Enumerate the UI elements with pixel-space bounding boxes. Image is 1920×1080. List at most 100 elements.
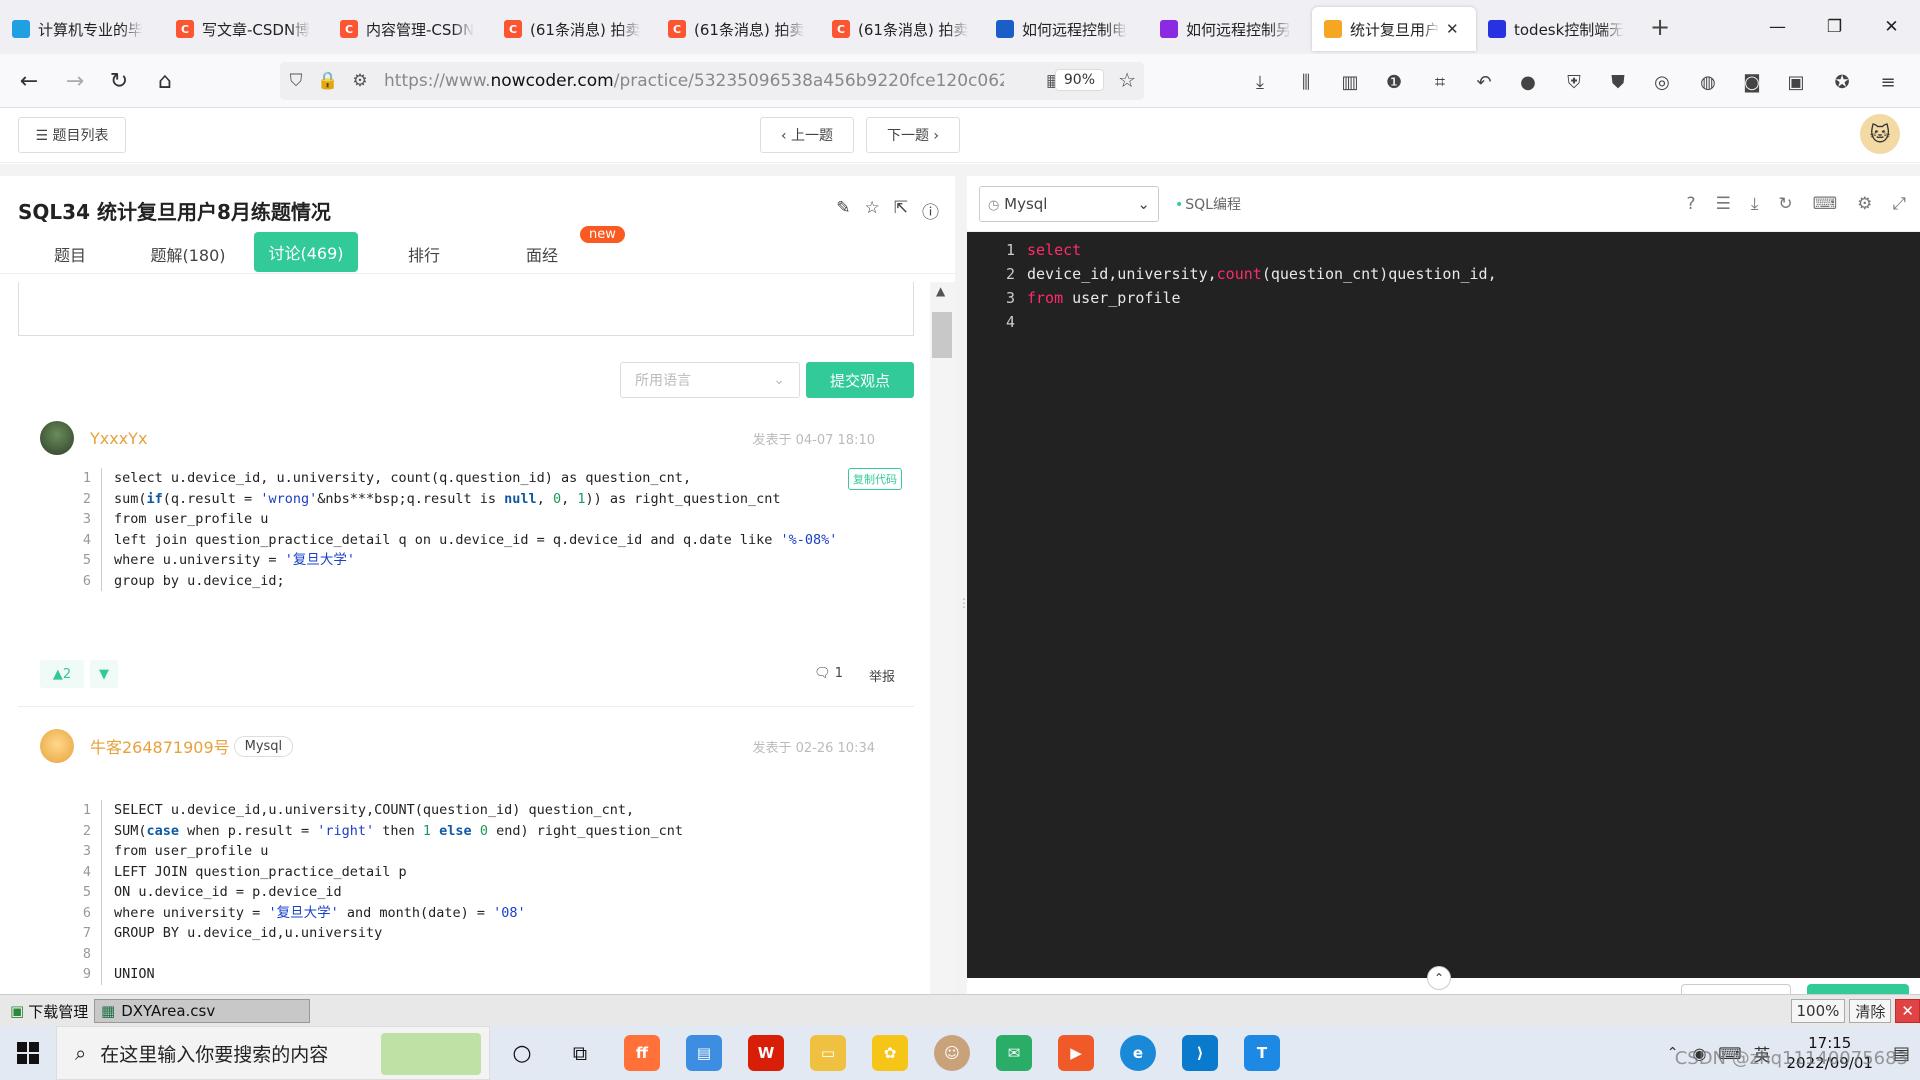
downvote-button[interactable]: ▼ (90, 660, 118, 688)
browser-tab[interactable]: C 写文章-CSDN博 (164, 7, 328, 51)
wps-icon[interactable]: W (748, 1035, 784, 1071)
start-button[interactable] (0, 1026, 56, 1080)
starbucks-icon[interactable]: ✪ (1830, 70, 1854, 94)
run-button[interactable] (1681, 984, 1791, 994)
minimize-icon[interactable]: — (1749, 0, 1806, 54)
url-text[interactable]: https://www.nowcoder.com/practice/532350… (384, 71, 1004, 91)
report-link[interactable]: 举报 (869, 666, 895, 685)
editor-line[interactable]: 1 select (967, 238, 1920, 262)
tab-ranking[interactable]: 排行 (374, 234, 474, 274)
wechat-icon[interactable]: ✉ (996, 1035, 1032, 1071)
extension-1-icon[interactable]: ❶ (1382, 70, 1406, 94)
home-icon[interactable]: ⌂ (150, 66, 180, 96)
library-icon[interactable]: ⫼ (1294, 70, 1318, 94)
close-download-bar-icon[interactable]: ✕ (1895, 999, 1920, 1023)
edit-icon[interactable]: ✎ (836, 198, 850, 223)
submit-opinion-button[interactable]: 提交观点 (806, 362, 914, 398)
info-icon[interactable]: ⓘ (922, 198, 939, 223)
forward-icon[interactable]: → (60, 66, 90, 96)
browser-tab[interactable]: C 内容管理-CSDN (328, 7, 492, 51)
reader-view-icon[interactable]: ▥ (1338, 70, 1362, 94)
collapse-up-icon[interactable]: ⌃ (1427, 966, 1451, 990)
problem-list-button[interactable]: ☰ 题目列表 (18, 117, 126, 153)
ublock-icon[interactable]: ⛊ (1606, 70, 1630, 94)
list-icon[interactable]: ☰ (1716, 194, 1731, 214)
prev-problem-button[interactable]: ‹ 上一题 (760, 117, 854, 153)
app-icon[interactable]: ▤ (686, 1035, 722, 1071)
help-icon[interactable]: ? (1687, 194, 1696, 214)
close-tab-icon[interactable]: ✕ (1446, 20, 1459, 38)
browser-tab[interactable]: C (61条消息) 拍卖 (656, 7, 820, 51)
tab-discussion[interactable]: 讨论(469) (254, 232, 358, 272)
back-icon[interactable]: ← (14, 66, 44, 96)
scroll-up-icon[interactable]: ▲ (936, 284, 945, 298)
clear-downloads-button[interactable]: 清除 (1849, 999, 1892, 1023)
discussion-scrollbar[interactable]: ▲ (930, 282, 955, 994)
vscode-icon[interactable]: ⟩ (1182, 1035, 1218, 1071)
globe-icon[interactable]: ◍ (1696, 70, 1720, 94)
sync-icon[interactable]: ◎ (1650, 70, 1674, 94)
app-icon[interactable]: ✿ (872, 1035, 908, 1071)
fullscreen-icon[interactable]: ⤢ (1892, 194, 1906, 214)
cortana-icon[interactable]: ○ (504, 1035, 540, 1071)
taskbar-search[interactable]: ⌕ 在这里输入你要搜索的内容 (56, 1026, 490, 1080)
language-select[interactable]: 所用语言 ⌄ (620, 362, 800, 398)
shield-ext-icon[interactable]: ⛨ (1562, 70, 1586, 94)
settings-gear-icon[interactable]: ⚙ (1857, 194, 1872, 214)
browser-tab[interactable]: todesk控制端无 (1476, 7, 1640, 51)
download-zoom[interactable]: 100% (1790, 999, 1846, 1023)
browser-tab[interactable]: 如何远程控制另 (1148, 7, 1312, 51)
file-explorer-icon[interactable]: ▭ (810, 1035, 846, 1071)
download-file-item[interactable]: ▦ DXYArea.csv (94, 999, 310, 1023)
reset-icon[interactable]: ↻ (1778, 194, 1792, 214)
undo-icon[interactable]: ↶ (1472, 70, 1496, 94)
menu-icon[interactable]: ≡ (1876, 70, 1900, 94)
post-username[interactable]: YxxxYx (90, 429, 147, 448)
next-problem-button[interactable]: 下一题 › (866, 117, 960, 153)
crop-icon[interactable]: ⌗ (1428, 70, 1452, 94)
tab-solutions[interactable]: 题解(180) (138, 234, 238, 274)
upvote-button[interactable]: ▲ 2 (40, 660, 84, 688)
comment-count[interactable]: 🗨 1 (814, 666, 843, 685)
share-icon[interactable]: ⇱ (894, 198, 908, 223)
comment-textarea[interactable] (18, 282, 914, 336)
permissions-icon[interactable]: ⚙ (344, 71, 376, 91)
browser-tab[interactable]: 如何远程控制电 (984, 7, 1148, 51)
bookmark-star-icon[interactable]: ☆ (1118, 68, 1136, 92)
download-icon[interactable]: ⤓ (1751, 194, 1759, 214)
extension-icon[interactable]: ● (1516, 70, 1540, 94)
screenshot-icon[interactable]: ▣ (1784, 70, 1808, 94)
keyboard-icon[interactable]: ⌨ (1813, 194, 1838, 214)
editor-line[interactable]: 2 device_id,university,count(question_cnt… (967, 262, 1920, 286)
download-manager-button[interactable]: ▣ 下载管理 (4, 999, 94, 1023)
editor-line[interactable]: 3 from user_profile (967, 286, 1920, 310)
browser-tab[interactable]: C (61条消息) 拍卖 (492, 7, 656, 51)
firefox-icon[interactable]: ff (624, 1035, 660, 1071)
code-editor[interactable]: 1 select 2 device_id,university,count(quest… (967, 232, 1920, 978)
editor-line[interactable]: 4 (967, 310, 1920, 334)
database-select[interactable]: ◷ Mysql ⌄ (979, 186, 1159, 222)
app-icon[interactable]: ☺ (934, 1035, 970, 1071)
copy-code-button[interactable]: 复制代码 (848, 468, 902, 490)
post-username[interactable]: 牛客264871909号 (90, 734, 230, 758)
tampermonkey-icon[interactable]: ◙ (1740, 70, 1764, 94)
browser-tab[interactable]: 统计复旦用户 ✕ (1312, 7, 1476, 51)
browser-tab[interactable]: 计算机专业的毕 (0, 7, 164, 51)
avatar[interactable] (40, 729, 74, 763)
restore-icon[interactable]: ❐ (1806, 0, 1863, 54)
url-bar[interactable]: ⛉ 🔒 ⚙ https://www.nowcoder.com/practice/… (280, 62, 1144, 100)
user-avatar[interactable]: 🐱 (1860, 114, 1900, 154)
avatar[interactable] (40, 421, 74, 455)
task-view-icon[interactable]: ⧉ (562, 1035, 598, 1071)
submit-button[interactable] (1807, 984, 1909, 994)
panel-splitter[interactable]: ⋮ (955, 176, 970, 994)
reload-icon[interactable]: ↻ (104, 66, 134, 96)
zoom-level[interactable]: 90% (1054, 69, 1104, 91)
todesk-icon[interactable]: T (1244, 1035, 1280, 1071)
favorite-star-icon[interactable]: ☆ (865, 198, 880, 223)
close-window-icon[interactable]: ✕ (1863, 0, 1920, 54)
tab-description[interactable]: 题目 (20, 234, 120, 274)
new-tab-button[interactable]: + (1640, 13, 1680, 41)
tab-interview[interactable]: 面经 (492, 234, 592, 274)
browser-tab[interactable]: C (61条消息) 拍卖 (820, 7, 984, 51)
